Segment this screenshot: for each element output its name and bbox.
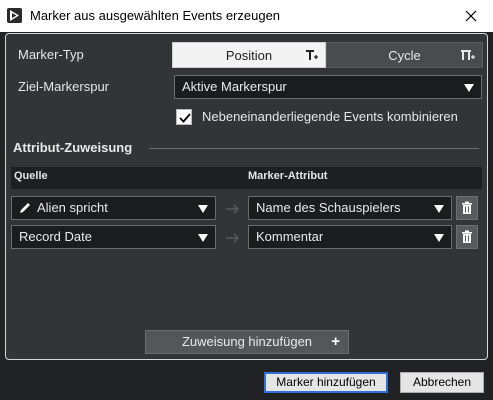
chevron-down-icon <box>434 205 444 213</box>
section-title: Attribut-Zuweisung <box>13 140 133 155</box>
source-dropdown-1[interactable]: Alien spricht <box>11 196 216 220</box>
cycle-marker-icon <box>461 50 475 60</box>
close-icon <box>465 10 477 22</box>
source-dropdown-2[interactable]: Record Date <box>11 225 216 249</box>
attribute-dropdown-1[interactable]: Name des Schauspielers <box>248 196 452 220</box>
combine-events-checkbox[interactable] <box>176 109 192 125</box>
plus-icon: + <box>331 333 340 350</box>
main-panel: Marker-Typ Position Cycle Ziel-Markerspu… <box>5 33 488 360</box>
col-source-header: Quelle <box>14 170 48 182</box>
pencil-icon <box>20 203 30 213</box>
section-divider <box>149 148 479 149</box>
segment-position-label: Position <box>225 47 273 63</box>
delete-row-2-button[interactable] <box>456 225 478 249</box>
target-track-value: Aktive Markerspur <box>182 79 287 94</box>
segment-cycle-label: Cycle <box>388 47 421 63</box>
source-value-1: Alien spricht <box>37 200 108 215</box>
add-assignment-label: Zuweisung hinzufügen <box>181 334 313 349</box>
trash-icon <box>462 230 472 243</box>
add-assignment-button[interactable]: Zuweisung hinzufügen + <box>145 330 349 354</box>
trash-icon <box>462 201 472 214</box>
title-bar: Marker aus ausgewählten Events erzeugen <box>0 0 493 32</box>
segment-cycle[interactable]: Cycle <box>326 42 483 68</box>
target-track-dropdown[interactable]: Aktive Markerspur <box>174 75 482 99</box>
delete-row-1-button[interactable] <box>456 196 478 220</box>
attribute-value-2: Kommentar <box>256 229 324 244</box>
segment-position[interactable]: Position <box>172 42 326 68</box>
chevron-down-icon <box>464 84 474 92</box>
arrow-right-icon <box>226 233 240 243</box>
position-marker-icon <box>306 50 318 60</box>
app-logo-icon <box>7 8 22 23</box>
cancel-button[interactable]: Abbrechen <box>400 372 484 393</box>
source-value-2: Record Date <box>19 229 92 244</box>
checkmark-icon <box>179 113 191 123</box>
chevron-down-icon <box>198 234 208 242</box>
table-header: Quelle Marker-Attribut <box>11 167 482 189</box>
col-attribute-header: Marker-Attribut <box>248 170 328 182</box>
chevron-down-icon <box>198 205 208 213</box>
attribute-value-1: Name des Schauspielers <box>256 200 401 215</box>
add-markers-button[interactable]: Marker hinzufügen <box>264 372 388 393</box>
arrow-right-icon <box>226 204 240 214</box>
attribute-dropdown-2[interactable]: Kommentar <box>248 225 452 249</box>
combine-events-label: Nebeneinanderliegende Events kombinieren <box>202 109 458 124</box>
marker-type-label: Marker-Typ <box>18 47 84 62</box>
window-title: Marker aus ausgewählten Events erzeugen <box>30 8 281 23</box>
close-button[interactable] <box>449 0 493 32</box>
dialog-window: Marker aus ausgewählten Events erzeugen … <box>0 0 493 400</box>
target-track-label: Ziel-Markerspur <box>18 79 110 94</box>
chevron-down-icon <box>434 234 444 242</box>
